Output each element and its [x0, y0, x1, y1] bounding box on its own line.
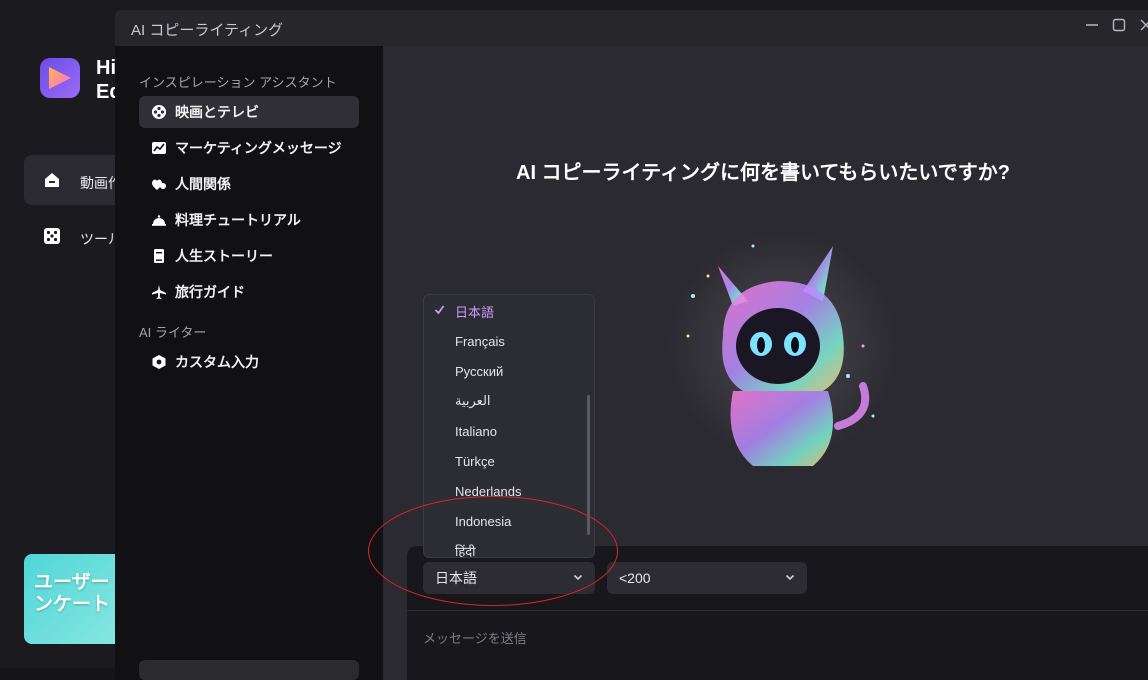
page-title: AI コピーライティングに何を書いてもらいたいですか?: [516, 162, 1010, 184]
dropdown-option-label: 日本語: [455, 304, 495, 320]
dropdown-option[interactable]: العربية: [424, 386, 594, 416]
sidebar-item-marketing[interactable]: マーケティングメッセージ: [139, 132, 359, 164]
app-logo-icon: [40, 58, 80, 98]
ai-copywriting-dialog: AI コピーライティング インスピレーション アシスタント 映画とテレビ マーケ…: [115, 10, 1148, 680]
dropdown-option[interactable]: Français: [424, 326, 594, 356]
hearts-icon: [151, 176, 167, 192]
sidebar-item-movies-tv[interactable]: 映画とテレビ: [139, 96, 359, 128]
cloche-icon: [151, 212, 167, 228]
dialog-titlebar: AI コピーライティング: [115, 10, 1148, 46]
dropdown-option-label: Italiano: [455, 423, 497, 439]
length-select[interactable]: <200: [607, 562, 807, 594]
chart-icon: [151, 140, 167, 156]
composer-divider: [407, 610, 1148, 611]
sidebar-item-life-story[interactable]: 人生ストーリー: [139, 240, 359, 272]
sidebar-item-travel[interactable]: 旅行ガイド: [139, 276, 359, 308]
prompt-category-sidebar: インスピレーション アシスタント 映画とテレビ マーケティングメッセージ 人間関…: [115, 46, 383, 680]
sidebar-item-relationships[interactable]: 人間関係: [139, 168, 359, 200]
sidebar-item-custom-input[interactable]: カスタム入力: [139, 346, 359, 378]
length-select-value: <200: [619, 570, 651, 586]
dropdown-option-label: العربية: [455, 393, 491, 408]
dialog-title: AI コピーライティング: [131, 22, 284, 39]
sidebar-item-cooking[interactable]: 料理チュートリアル: [139, 204, 359, 236]
sidebar-item-label: 人間関係: [175, 176, 231, 192]
section-label-inspiration: インスピレーション アシスタント: [139, 75, 337, 90]
checkmark-icon: [434, 304, 445, 318]
dropdown-option-label: Français: [455, 333, 505, 349]
annotation-ellipse: [368, 496, 618, 606]
app-name: Hi Ed: [96, 57, 116, 103]
dice-icon[interactable]: [42, 226, 62, 246]
holographic-cat-illustration: [668, 231, 898, 466]
hexagon-icon: [151, 354, 167, 370]
sidebar-item-label: 映画とテレビ: [175, 104, 259, 120]
dropdown-option-label: Русский: [455, 363, 504, 379]
section-label-ai-writer: AI ライター: [139, 325, 207, 340]
maximize-icon[interactable]: [1110, 18, 1128, 36]
sidebar-item-label: カスタム入力: [175, 354, 259, 370]
book-icon: [151, 248, 167, 264]
sidebar-item-label: 料理チュートリアル: [175, 212, 301, 228]
sidebar-item-label: 人生ストーリー: [175, 248, 273, 264]
message-input[interactable]: メッセージを送信: [423, 628, 527, 647]
dropdown-option-label: Türkçe: [455, 453, 495, 469]
dropdown-option[interactable]: Türkçe: [424, 446, 594, 476]
dropdown-option[interactable]: 日本語: [424, 296, 594, 326]
film-reel-icon: [151, 104, 167, 120]
minimize-icon[interactable]: [1083, 18, 1101, 36]
close-icon[interactable]: [1137, 18, 1148, 36]
dropdown-option[interactable]: Русский: [424, 356, 594, 386]
sidebar-bottom-button[interactable]: [139, 660, 359, 680]
home-icon: [45, 173, 59, 187]
sidebar-item-label: 旅行ガイド: [175, 284, 245, 300]
airplane-icon: [151, 284, 167, 300]
chevron-down-icon: [785, 571, 795, 585]
sidebar-item-label: マーケティングメッセージ: [175, 140, 342, 156]
dropdown-option[interactable]: Italiano: [424, 416, 594, 446]
